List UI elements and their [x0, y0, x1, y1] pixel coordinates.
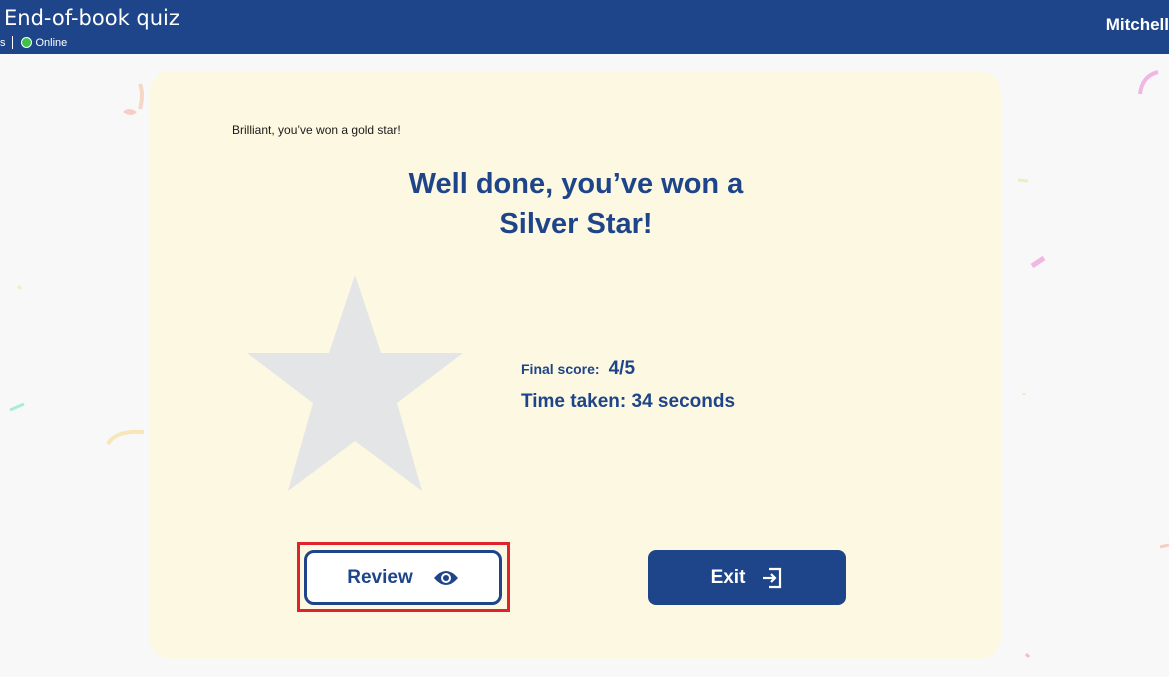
- online-dot-icon: [20, 37, 32, 48]
- review-label: Review: [347, 566, 413, 588]
- result-card: Brilliant, you’ve won a gold star! Well …: [149, 71, 1001, 659]
- divider: [11, 36, 13, 49]
- star-icon: [247, 275, 463, 491]
- status-row: s Online: [0, 36, 67, 49]
- exit-button[interactable]: Exit: [648, 550, 846, 605]
- time-taken: Time taken: 34 seconds: [521, 391, 736, 412]
- eye-icon: [433, 569, 459, 587]
- page-title: End-of-book quiz: [4, 6, 180, 30]
- exit-label: Exit: [710, 566, 746, 588]
- review-button[interactable]: Review: [304, 550, 502, 605]
- gold-star-message: Brilliant, you’ve won a gold star!: [232, 123, 401, 137]
- final-score-value: 4/5: [608, 358, 636, 379]
- user-name[interactable]: Mitchell: [1106, 15, 1169, 35]
- final-score: Final score: 4/5: [521, 358, 635, 380]
- headline-line-1: Well done, you’ve won a: [408, 168, 744, 200]
- final-score-label: Final score:: [521, 361, 600, 377]
- top-bar: End-of-book quiz s Online Mitchell: [0, 0, 1169, 54]
- truncated-label: s: [0, 36, 6, 49]
- exit-icon: [761, 567, 783, 589]
- status-text: Online: [35, 36, 68, 49]
- headline-line-2: Silver Star!: [499, 208, 653, 240]
- result-headline: Well done, you’ve won a Silver Star!: [349, 164, 803, 244]
